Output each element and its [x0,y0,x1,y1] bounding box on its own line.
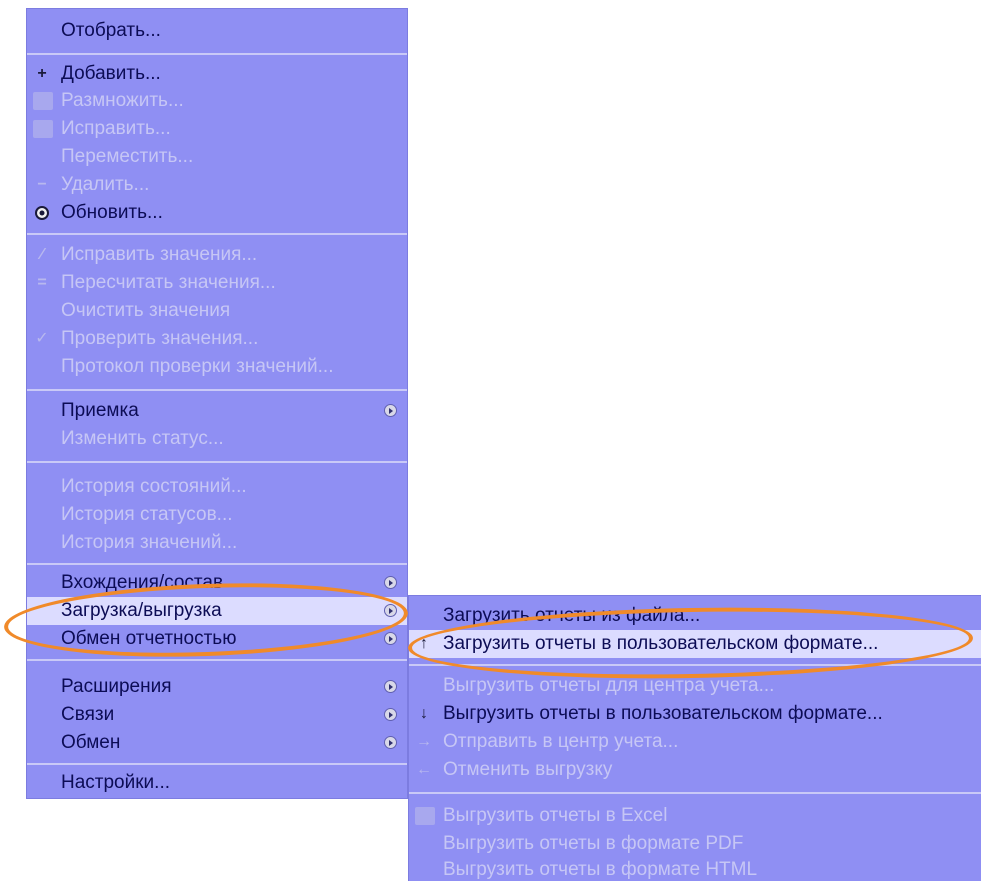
menu-separator [27,389,407,391]
submenu-arrow-icon [384,576,397,589]
edit-icon [33,120,53,138]
submenu-load-unload: Загрузить отчеты из файла... ↑ Загрузить… [408,595,981,881]
menu-item-load-unload[interactable]: Загрузка/выгрузка [27,597,407,625]
menu-item-duplicate[interactable]: Размножить... [27,87,407,115]
menu-separator [409,792,981,794]
menu-item-label: Обмен [61,732,121,753]
menu-item-label: Выгрузить отчеты в формате HTML [443,859,758,880]
submenu-arrow-icon [384,404,397,417]
submenu-item-unload-custom-format[interactable]: ↓ Выгрузить отчеты в пользовательском фо… [409,700,981,728]
menu-item-label: Выгрузить отчеты в Excel [443,805,668,826]
menu-item-select[interactable]: Отобрать... [27,17,407,45]
menu-item-add[interactable]: + Добавить... [27,60,407,88]
menu-item-links[interactable]: Связи [27,701,407,729]
menu-separator [409,664,981,666]
menu-item-check-log[interactable]: Протокол проверки значений... [27,353,407,381]
menu-item-label: Добавить... [61,63,161,84]
menu-separator [27,563,407,565]
menu-item-label: Отправить в центр учета... [443,731,679,752]
menu-item-label: Связи [61,704,115,725]
menu-item-acceptance[interactable]: Приемка [27,397,407,425]
arrow-right-icon: → [416,733,432,750]
pencil-icon: ⁄ [40,246,44,263]
menu-item-label: Удалить... [61,174,150,195]
download-icon: ↓ [420,705,428,722]
submenu-item-send-to-center[interactable]: → Отправить в центр учета... [409,728,981,756]
menu-item-label: Отменить выгрузку [443,759,613,780]
menu-item-clear-values[interactable]: Очистить значения [27,297,407,325]
arrow-left-icon: ← [416,761,432,778]
menu-item-label: Расширения [61,676,172,697]
menu-item-label: Вхождения/состав [61,572,224,593]
menu-item-exchange[interactable]: Обмен [27,729,407,757]
menu-item-refresh[interactable]: Обновить... [27,199,407,227]
equals-icon: = [37,274,47,291]
menu-separator [27,659,407,661]
submenu-item-unload-for-center[interactable]: Выгрузить отчеты для центра учета... [409,672,981,700]
menu-separator [27,461,407,463]
menu-item-move[interactable]: Переместить... [27,143,407,171]
menu-item-label: Отобрать... [61,20,161,41]
menu-item-label: Выгрузить отчеты для центра учета... [443,675,775,696]
menu-item-label: Изменить статус... [61,428,224,449]
menu-item-label: История значений... [61,532,238,553]
menu-item-settings[interactable]: Настройки... [27,769,407,797]
menu-item-label: История состояний... [61,476,247,497]
menu-item-composition[interactable]: Вхождения/состав [27,569,407,597]
plus-icon: + [37,65,47,82]
menu-item-label: Исправить значения... [61,244,258,265]
menu-item-label: Протокол проверки значений... [61,356,334,377]
menu-item-label: Очистить значения [61,300,231,321]
menu-item-label: Загрузка/выгрузка [61,600,222,621]
menu-item-label: Загрузить отчеты в пользовательском форм… [443,633,879,654]
menu-item-label: Выгрузить отчеты в пользовательском форм… [443,703,883,724]
menu-item-edit-values[interactable]: ⁄ Исправить значения... [27,241,407,269]
submenu-item-load-custom-format[interactable]: ↑ Загрузить отчеты в пользовательском фо… [409,630,981,658]
copy-icon [33,92,53,110]
menu-item-label: Исправить... [61,118,171,139]
menu-item-recalculate[interactable]: = Пересчитать значения... [27,269,407,297]
menu-item-label: Проверить значения... [61,328,259,349]
menu-separator [27,53,407,55]
submenu-item-load-from-file[interactable]: Загрузить отчеты из файла... [409,602,981,630]
menu-item-change-status[interactable]: Изменить статус... [27,425,407,453]
menu-item-label: Обмен отчетностью [61,628,237,649]
submenu-arrow-icon [384,632,397,645]
menu-item-check-values[interactable]: ✓ Проверить значения... [27,325,407,353]
menu-item-value-history[interactable]: История значений... [27,529,407,557]
upload-icon: ↑ [420,635,428,652]
minus-icon: − [37,176,47,193]
menu-item-label: Настройки... [61,772,170,793]
menu-item-label: Пересчитать значения... [61,272,276,293]
context-menu: Отобрать... + Добавить... Размножить... … [26,8,408,799]
menu-item-edit[interactable]: Исправить... [27,115,407,143]
menu-item-state-history[interactable]: История состояний... [27,473,407,501]
submenu-item-unload-excel[interactable]: Выгрузить отчеты в Excel [409,802,981,830]
submenu-item-unload-html[interactable]: Выгрузить отчеты в формате HTML [409,856,981,884]
menu-item-extensions[interactable]: Расширения [27,673,407,701]
menu-item-label: Приемка [61,400,139,421]
menu-item-label: История статусов... [61,504,233,525]
excel-icon [415,807,435,825]
check-icon: ✓ [35,330,49,347]
submenu-arrow-icon [384,680,397,693]
submenu-arrow-icon [384,708,397,721]
menu-item-delete[interactable]: − Удалить... [27,171,407,199]
submenu-item-cancel-unload[interactable]: ← Отменить выгрузку [409,756,981,784]
refresh-icon [33,204,51,222]
menu-item-status-history[interactable]: История статусов... [27,501,407,529]
menu-separator [27,233,407,235]
menu-item-label: Обновить... [61,202,163,223]
menu-item-label: Загрузить отчеты из файла... [443,605,701,626]
menu-item-label: Переместить... [61,146,194,167]
menu-item-label: Размножить... [61,90,184,111]
submenu-arrow-icon [384,604,397,617]
submenu-item-unload-pdf[interactable]: Выгрузить отчеты в формате PDF [409,830,981,858]
menu-item-report-exchange[interactable]: Обмен отчетностью [27,625,407,653]
menu-separator [27,763,407,765]
menu-item-label: Выгрузить отчеты в формате PDF [443,833,744,854]
submenu-arrow-icon [384,736,397,749]
